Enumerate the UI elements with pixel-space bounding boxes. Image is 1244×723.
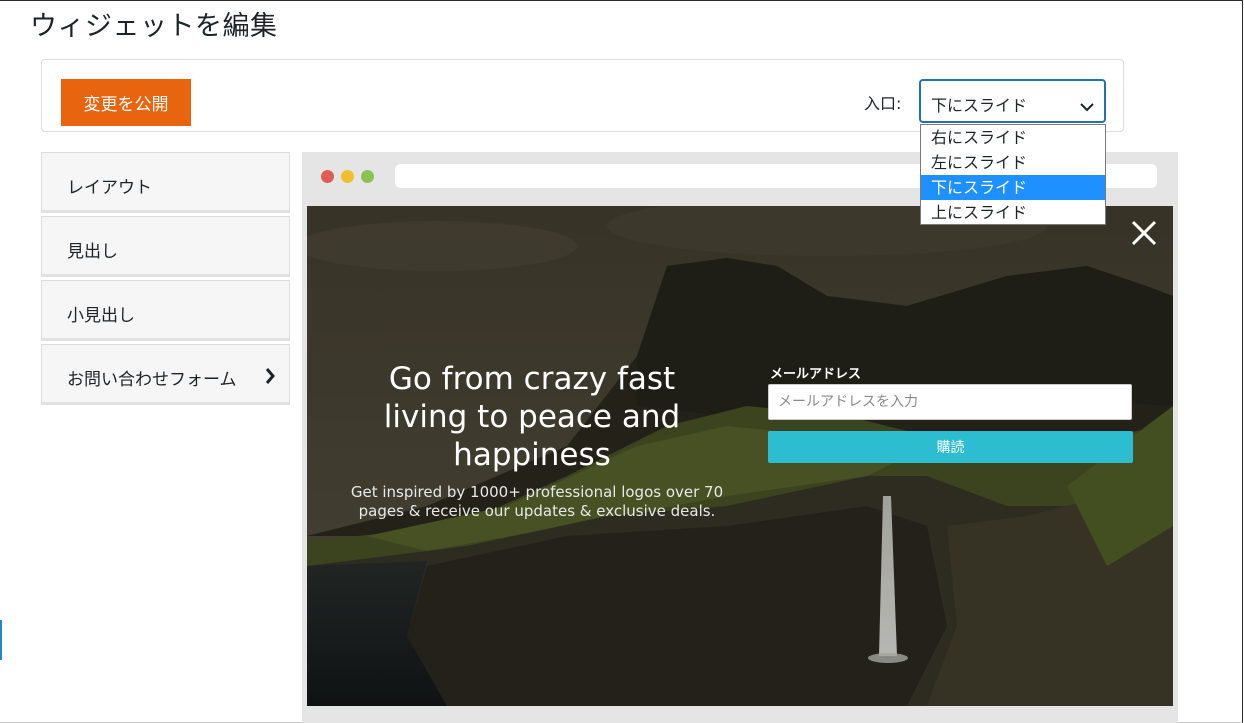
sidebar-item-label: レイアウト	[67, 178, 152, 198]
sidebar-item-label: 小見出し	[67, 306, 135, 326]
subheadline-line: Get inspired by 1000+ professional logos…	[350, 483, 724, 501]
chevron-down-icon	[1080, 97, 1094, 116]
sidebar-item-label: お問い合わせフォーム	[67, 370, 237, 390]
headline-line: happiness	[453, 437, 611, 473]
publish-button[interactable]: 変更を公開	[61, 79, 191, 126]
headline-line: living to peace and	[383, 399, 681, 435]
email-label: メールアドレス	[770, 367, 862, 382]
headline-line: Go from crazy fast	[388, 361, 676, 397]
option-slide-top[interactable]: 上にスライド	[921, 200, 1105, 225]
window-maximize-dot	[361, 170, 374, 183]
settings-sidebar: レイアウト 見出し 小見出し お問い合わせフォーム	[41, 152, 290, 408]
subscribe-button[interactable]: 購読	[768, 431, 1133, 463]
toolbar: 変更を公開 入口: 下にスライド	[41, 59, 1124, 132]
sidebar-item-label: 見出し	[67, 242, 118, 262]
option-slide-left[interactable]: 左にスライド	[921, 150, 1105, 175]
popup-subheadline: Get inspired by 1000+ professional logos…	[327, 483, 747, 521]
option-slide-right[interactable]: 右にスライド	[921, 125, 1105, 150]
entry-label: 入口:	[864, 94, 902, 113]
entry-select[interactable]: 下にスライド	[919, 79, 1106, 123]
window-minimize-dot	[341, 170, 354, 183]
window-close-dot	[321, 170, 334, 183]
option-slide-bottom[interactable]: 下にスライド	[921, 175, 1105, 200]
popup-headline: Go from crazy fast living to peace and h…	[327, 360, 737, 474]
sidebar-item-contact-form[interactable]: お問い合わせフォーム	[41, 344, 290, 405]
entry-dropdown-list: 右にスライド 左にスライド 下にスライド 上にスライド	[920, 124, 1106, 225]
sidebar-item-subheading[interactable]: 小見出し	[41, 280, 290, 341]
email-input[interactable]	[768, 384, 1132, 420]
sidebar-item-heading[interactable]: 見出し	[41, 216, 290, 277]
page-title: ウィジェットを編集	[30, 11, 278, 42]
scroll-indicator	[0, 620, 2, 660]
chevron-right-icon	[265, 368, 275, 388]
close-icon[interactable]	[1131, 220, 1157, 250]
widget-preview: Go from crazy fast living to peace and h…	[302, 152, 1178, 723]
sidebar-item-layout[interactable]: レイアウト	[41, 152, 290, 213]
entry-select-value: 下にスライド	[931, 96, 1028, 115]
popup-hero: Go from crazy fast living to peace and h…	[307, 206, 1173, 706]
subheadline-line: pages & receive our updates & exclusive …	[358, 502, 716, 520]
